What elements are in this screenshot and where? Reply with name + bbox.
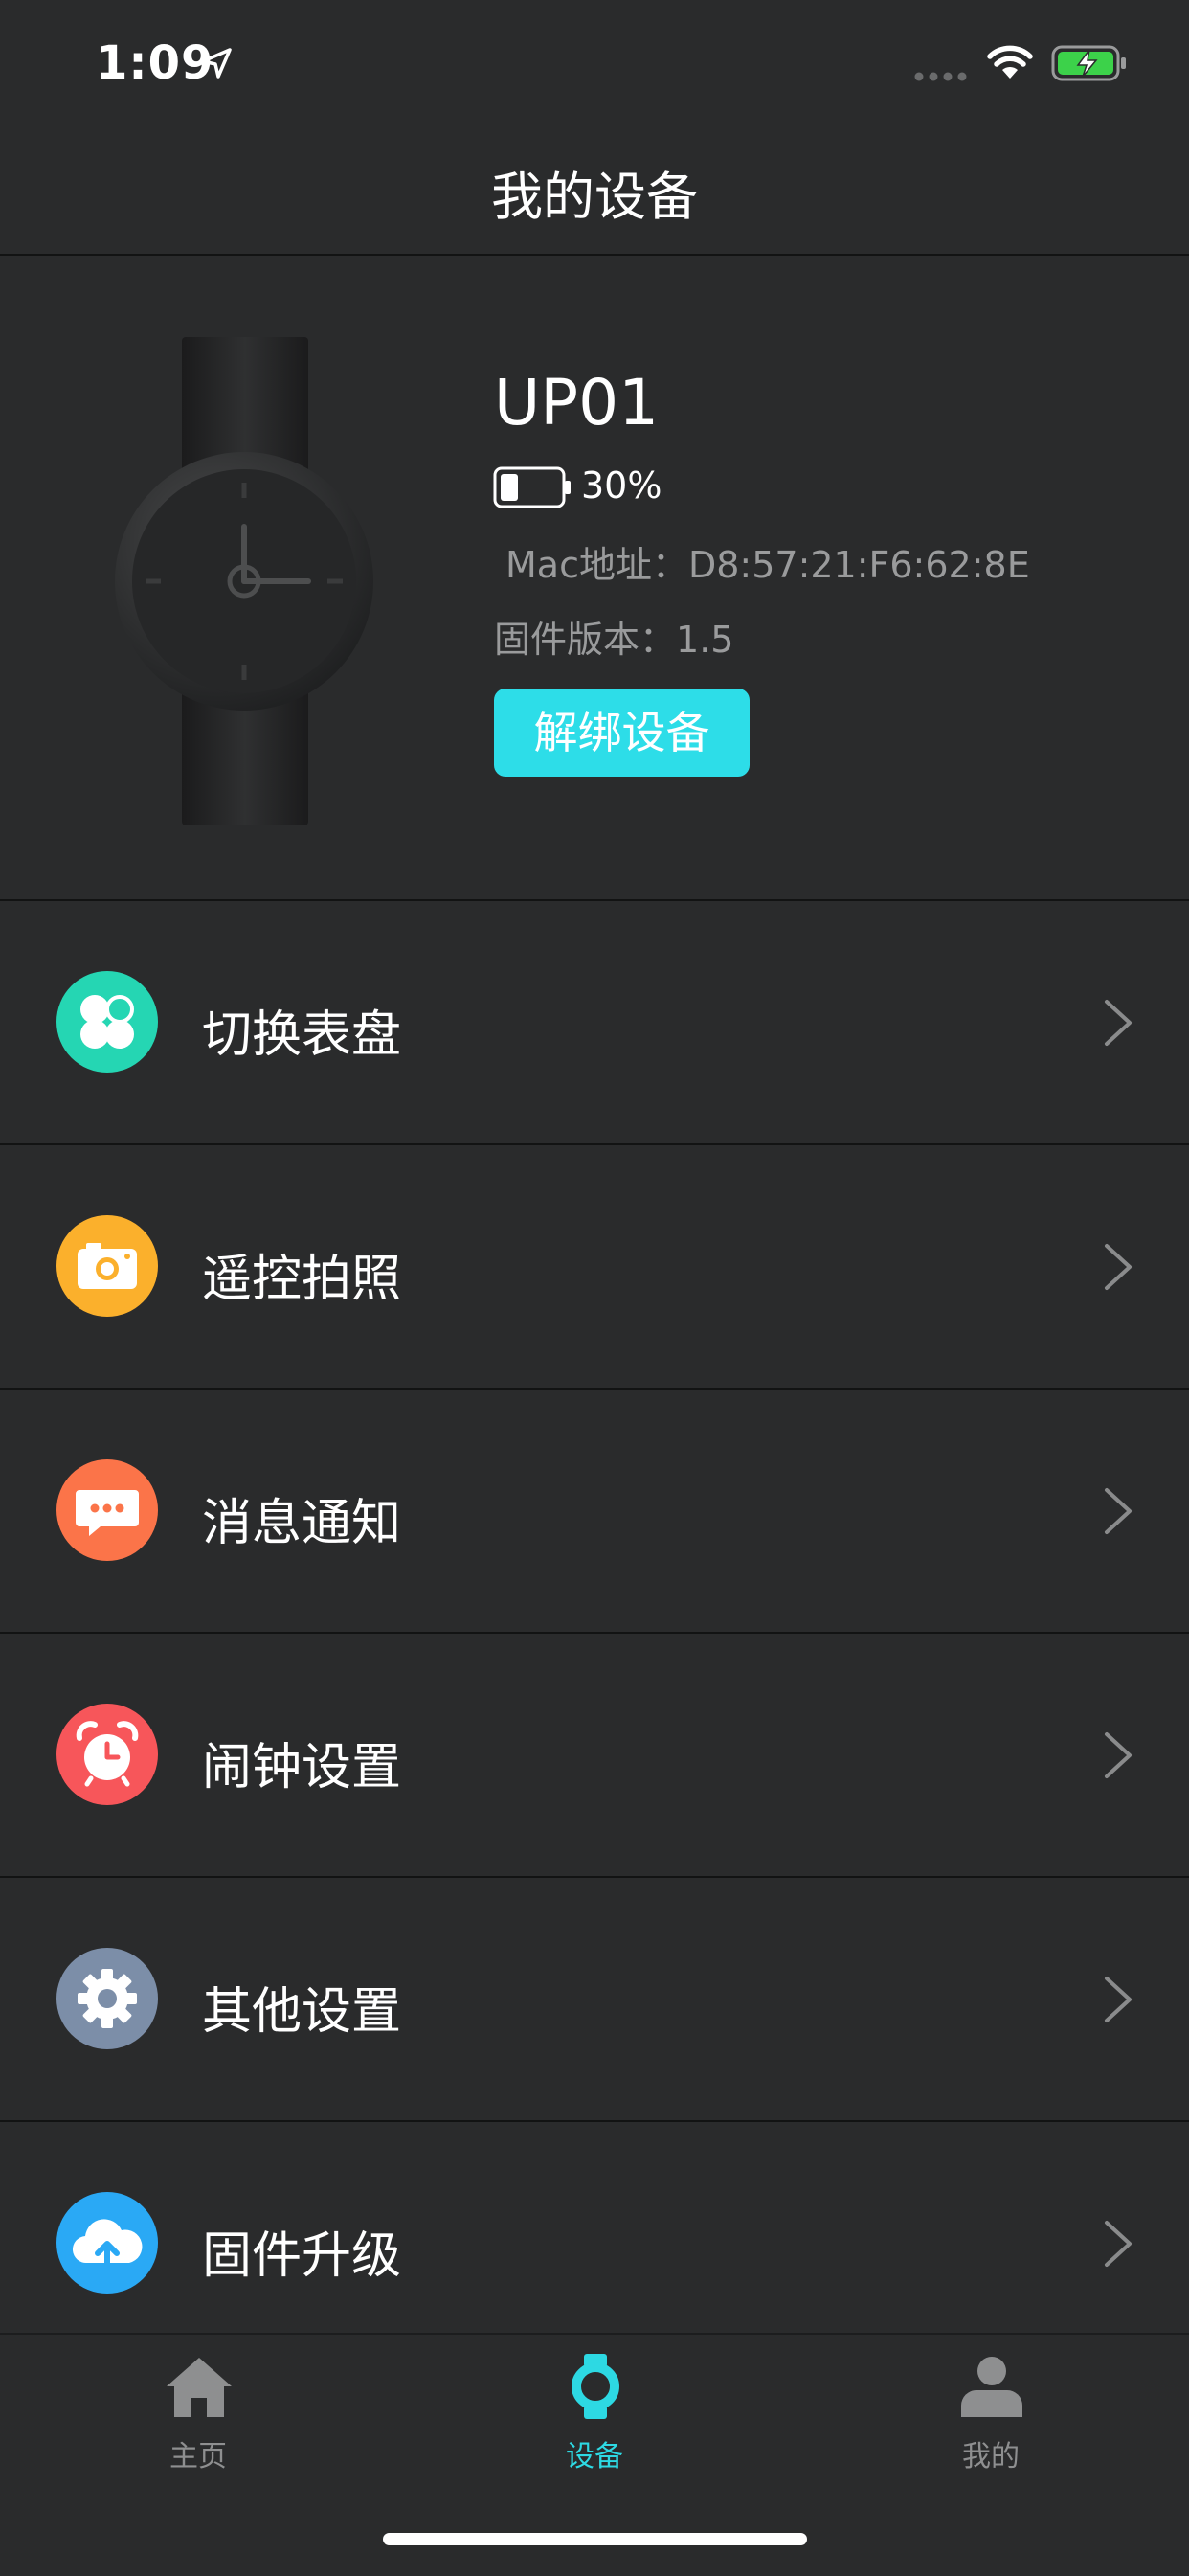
chevron-right-icon (1105, 2221, 1132, 2267)
watch-image (115, 337, 373, 825)
tab-label: 主页 (169, 2440, 227, 2474)
menu-label: 其他设置 (202, 1983, 402, 2041)
gear-icon (56, 1948, 158, 2049)
location-arrow-icon (201, 48, 232, 79)
home-icon (167, 2358, 232, 2417)
chevron-right-icon (1105, 1488, 1132, 1534)
tab-label: 设备 (566, 2440, 623, 2474)
tab-device[interactable]: 设备 (396, 2335, 793, 2488)
menu-item-watch-face[interactable]: 切换表盘 (0, 901, 1189, 1145)
page-title: 我的设备 (491, 167, 698, 227)
chevron-right-icon (1105, 1732, 1132, 1778)
cloud-upload-icon (56, 2192, 158, 2294)
nav-header: 我的设备 (0, 129, 1189, 256)
mac-address: Mac地址：D8:57:21:F6:62:8E (505, 535, 1030, 588)
tab-label: 我的 (962, 2440, 1020, 2474)
battery-percent: 30% (581, 464, 662, 507)
chevron-right-icon (1105, 1244, 1132, 1290)
firmware-version: 固件版本：1.5 (494, 610, 733, 663)
tab-home[interactable]: 主页 (0, 2335, 396, 2488)
alarm-clock-icon (56, 1704, 158, 1805)
person-icon (961, 2357, 1022, 2417)
device-name: UP01 (494, 366, 660, 440)
signal-icon (914, 72, 967, 81)
home-indicator (383, 2533, 807, 2545)
menu-item-message-notification[interactable]: 消息通知 (0, 1390, 1189, 1634)
menu-label: 遥控拍照 (202, 1251, 402, 1308)
wifi-icon (987, 45, 1033, 79)
firmware-value: 1.5 (676, 619, 734, 661)
menu-item-alarm-settings[interactable]: 闹钟设置 (0, 1634, 1189, 1878)
menu-item-remote-camera[interactable]: 遥控拍照 (0, 1145, 1189, 1390)
menu-item-firmware-upgrade[interactable]: 固件升级 (0, 2122, 1189, 2364)
status-bar: 1:09 (0, 0, 1189, 129)
battery-charging-icon (1051, 45, 1126, 81)
mac-value: D8:57:21:F6:62:8E (687, 544, 1030, 586)
menu-label: 切换表盘 (202, 1006, 402, 1064)
menu-label: 消息通知 (202, 1495, 402, 1552)
tab-mine[interactable]: 我的 (793, 2335, 1189, 2488)
menu-label: 闹钟设置 (202, 1739, 402, 1796)
firmware-label: 固件版本： (494, 619, 677, 661)
message-icon (56, 1459, 158, 1561)
battery-icon (493, 466, 571, 508)
device-card: UP01 30% Mac地址：D8:57:21:F6:62:8E 固件版本：1.… (0, 256, 1189, 901)
mac-label: Mac地址： (505, 544, 688, 586)
watch-icon (572, 2354, 619, 2419)
watch-face-icon (56, 971, 158, 1073)
camera-icon (56, 1215, 158, 1317)
chevron-right-icon (1105, 1000, 1132, 1046)
menu-item-other-settings[interactable]: 其他设置 (0, 1878, 1189, 2122)
settings-menu: 切换表盘 遥控拍照 消息通知 闹钟设置 其他设置 固件升级 (0, 901, 1189, 2364)
status-time: 1:09 (96, 36, 214, 90)
chevron-right-icon (1105, 1977, 1132, 2022)
unbind-device-button[interactable]: 解绑设备 (494, 689, 750, 777)
menu-label: 固件升级 (202, 2227, 402, 2285)
